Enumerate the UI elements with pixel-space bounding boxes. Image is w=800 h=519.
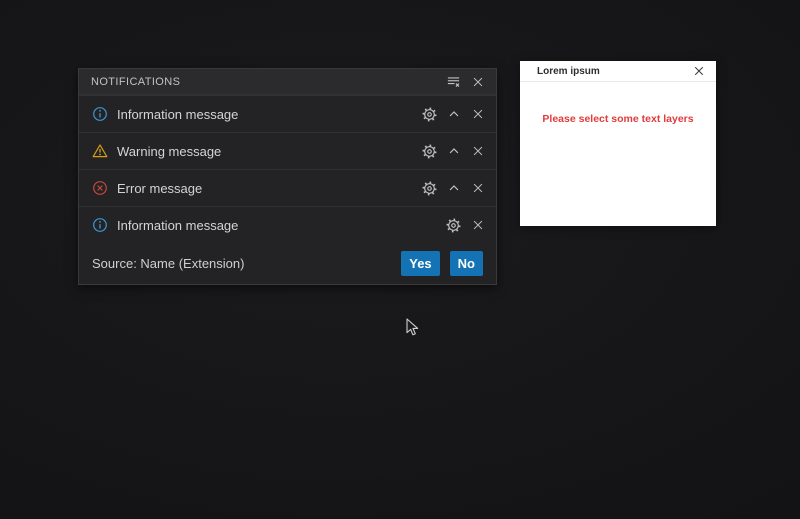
dialog-title: Lorem ipsum — [537, 66, 600, 77]
settings-gear-icon[interactable] — [421, 143, 438, 160]
warning-icon — [92, 143, 108, 159]
notification-row[interactable]: Information message — [79, 206, 496, 243]
dialog-body: Please select some text layers — [520, 82, 716, 127]
yes-button[interactable]: Yes — [401, 251, 439, 276]
dialog-error-message: Please select some text layers — [542, 113, 693, 125]
chevron-up-icon[interactable] — [445, 180, 462, 197]
notifications-header-actions — [445, 73, 486, 90]
info-icon — [92, 217, 108, 233]
close-notification-icon[interactable] — [469, 217, 486, 234]
settings-gear-icon[interactable] — [445, 217, 462, 234]
close-notification-icon[interactable] — [469, 180, 486, 197]
notifications-header: NOTIFICATIONS — [79, 69, 496, 95]
notifications-panel: NOTIFICATIONS Information me — [78, 68, 497, 285]
notification-row[interactable]: Information message — [79, 95, 496, 132]
mouse-cursor-icon — [406, 318, 419, 337]
notification-row[interactable]: Warning message — [79, 132, 496, 169]
info-icon — [92, 106, 108, 122]
close-notification-icon[interactable] — [469, 106, 486, 123]
close-notifications-icon[interactable] — [469, 73, 486, 90]
error-icon — [92, 180, 108, 196]
notification-row[interactable]: Error message — [79, 169, 496, 206]
notification-message: Information message — [117, 107, 238, 122]
notification-message: Warning message — [117, 144, 221, 159]
notification-message: Error message — [117, 181, 202, 196]
chevron-up-icon[interactable] — [445, 106, 462, 123]
dialog-close-icon[interactable] — [692, 64, 706, 78]
dialog-header: Lorem ipsum — [520, 61, 716, 82]
no-button[interactable]: No — [450, 251, 483, 276]
settings-gear-icon[interactable] — [421, 106, 438, 123]
chevron-up-icon[interactable] — [445, 143, 462, 160]
notification-source-row: Source: Name (Extension) Yes No — [79, 243, 496, 284]
close-notification-icon[interactable] — [469, 143, 486, 160]
notification-message: Information message — [117, 218, 238, 233]
settings-gear-icon[interactable] — [421, 180, 438, 197]
clear-all-notifications-icon[interactable] — [445, 73, 462, 90]
notification-source: Source: Name (Extension) — [92, 256, 244, 271]
lorem-ipsum-dialog: Lorem ipsum Please select some text laye… — [520, 61, 716, 226]
notifications-title: NOTIFICATIONS — [91, 76, 180, 88]
